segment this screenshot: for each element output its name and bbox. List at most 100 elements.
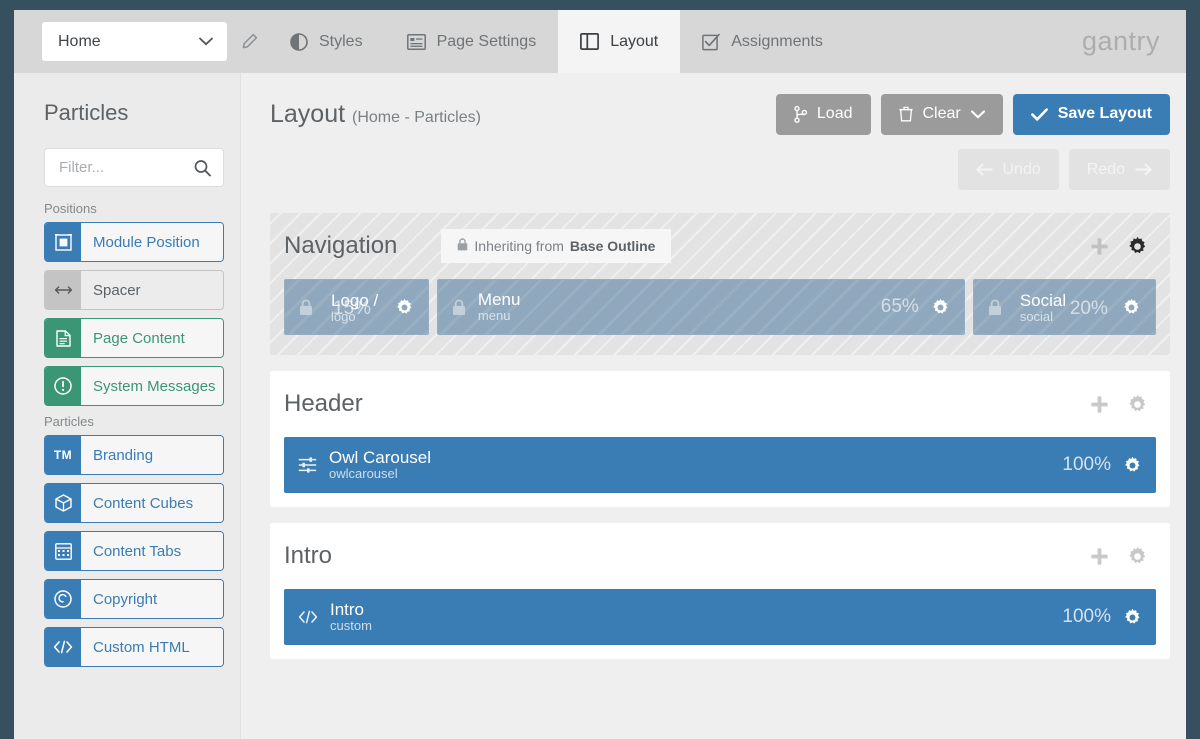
- gantry-logo: gantry: [1082, 10, 1186, 73]
- arrows-horizontal-icon: [45, 271, 81, 309]
- particles-list: TM Branding Content Cubes Content Tabs: [44, 435, 224, 667]
- layout-block-social[interactable]: Social social 20%: [973, 279, 1156, 335]
- sidebar-item-module-position[interactable]: Module Position: [44, 222, 224, 262]
- gear-icon[interactable]: [1123, 608, 1142, 627]
- chevron-down-icon: [971, 110, 985, 119]
- section-intro: Intro: [270, 523, 1170, 659]
- tab-layout-label: Layout: [610, 33, 658, 51]
- sidebar-item-label: Content Cubes: [81, 484, 223, 522]
- sidebar-item-label: System Messages: [81, 367, 223, 405]
- save-layout-button[interactable]: Save Layout: [1013, 94, 1170, 135]
- load-button-label: Load: [817, 105, 853, 123]
- lock-icon: [299, 299, 313, 316]
- sidebar-item-content-cubes[interactable]: Content Cubes: [44, 483, 224, 523]
- sidebar-item-label: Copyright: [81, 580, 223, 618]
- gear-icon[interactable]: [1127, 394, 1148, 415]
- gear-icon[interactable]: [1123, 456, 1142, 475]
- group-label-particles: Particles: [44, 414, 224, 429]
- block-names: Owl Carousel owlcarousel: [329, 448, 431, 482]
- list-icon: [407, 34, 426, 50]
- pencil-icon[interactable]: [227, 33, 268, 50]
- sidebar-title: Particles: [30, 73, 224, 148]
- inherit-source: Base Outline: [570, 238, 656, 254]
- section-name: Header: [284, 390, 363, 418]
- section-header: Header: [270, 371, 1170, 437]
- sidebar-item-label: Module Position: [81, 223, 223, 261]
- search-icon[interactable]: [194, 159, 211, 176]
- tab-page-settings[interactable]: Page Settings: [385, 10, 559, 73]
- page-selector-wrap: Home: [14, 10, 268, 73]
- layout-block-intro[interactable]: Intro custom 100%: [284, 589, 1156, 645]
- history-actions: Undo Redo: [270, 133, 1170, 190]
- exclamation-circle-icon: [45, 367, 81, 405]
- top-bar: Home Styles Page Settings: [14, 10, 1186, 73]
- contrast-icon: [290, 33, 308, 51]
- sidebar-item-label: Custom HTML: [81, 628, 223, 666]
- page-title: Layout (Home - Particles): [270, 100, 481, 129]
- gear-icon[interactable]: [1122, 298, 1141, 317]
- undo-button-label: Undo: [1003, 161, 1041, 179]
- sidebar-item-content-tabs[interactable]: Content Tabs: [44, 531, 224, 571]
- gear-icon[interactable]: [931, 298, 950, 317]
- code-icon: [298, 610, 318, 624]
- block-percent: 15%: [333, 298, 371, 320]
- block-subtitle: menu: [478, 309, 521, 324]
- section-header-area: Header: [270, 371, 1170, 507]
- load-button[interactable]: Load: [776, 94, 871, 135]
- block-title: Owl Carousel: [329, 448, 431, 467]
- sliders-icon: [298, 456, 317, 474]
- section-name: Intro: [284, 542, 332, 570]
- copyright-icon: [45, 580, 81, 618]
- layout-block-logo[interactable]: Logo / logo 15%: [284, 279, 429, 335]
- tab-assignments[interactable]: Assignments: [680, 10, 845, 73]
- tab-page-settings-label: Page Settings: [437, 33, 537, 51]
- gear-icon[interactable]: [1127, 546, 1148, 567]
- tab-styles-label: Styles: [319, 33, 363, 51]
- filter-box: [44, 148, 224, 187]
- code-icon: [45, 628, 81, 666]
- plus-icon[interactable]: [1090, 547, 1109, 566]
- sidebar-item-label: Page Content: [81, 319, 223, 357]
- block-percent: 65%: [881, 296, 931, 318]
- page-selector-value: Home: [58, 33, 101, 51]
- sidebar-item-page-content[interactable]: Page Content: [44, 318, 224, 358]
- undo-button[interactable]: Undo: [958, 149, 1059, 190]
- section-header: Navigation Inheriting from Base Outline: [270, 213, 1170, 279]
- inherit-text: Inheriting from: [474, 238, 563, 254]
- main-body: Particles Positions Module Position: [14, 73, 1186, 739]
- section-name: Navigation: [284, 232, 397, 260]
- redo-button[interactable]: Redo: [1069, 149, 1170, 190]
- positions-list: Module Position Spacer Page Content: [44, 222, 224, 406]
- sidebar-item-custom-html[interactable]: Custom HTML: [44, 627, 224, 667]
- layout-sections: Navigation Inheriting from Base Outline: [270, 190, 1170, 659]
- block-subtitle: owlcarousel: [329, 467, 431, 482]
- arrow-right-icon: [1135, 163, 1152, 176]
- sidebar-item-system-messages[interactable]: System Messages: [44, 366, 224, 406]
- gear-icon[interactable]: [1127, 236, 1148, 257]
- page-selector[interactable]: Home: [42, 22, 227, 61]
- columns-icon: [580, 33, 599, 50]
- main-tabs: Styles Page Settings Layout Assignments: [268, 10, 845, 73]
- chevron-down-icon: [199, 35, 213, 48]
- gear-icon[interactable]: [395, 298, 414, 317]
- trash-icon: [899, 106, 913, 122]
- layout-block-owl-carousel[interactable]: Owl Carousel owlcarousel 100%: [284, 437, 1156, 493]
- sidebar-item-copyright[interactable]: Copyright: [44, 579, 224, 619]
- check-icon: [1031, 108, 1048, 121]
- redo-button-label: Redo: [1087, 161, 1125, 179]
- plus-icon[interactable]: [1090, 237, 1109, 256]
- cube-icon: [45, 484, 81, 522]
- module-position-icon: [45, 223, 81, 261]
- document-icon: [45, 319, 81, 357]
- layout-block-menu[interactable]: Menu menu 65%: [437, 279, 965, 335]
- tab-layout[interactable]: Layout: [558, 10, 680, 73]
- arrow-left-icon: [976, 163, 993, 176]
- tab-assignments-label: Assignments: [731, 33, 823, 51]
- plus-icon[interactable]: [1090, 395, 1109, 414]
- main-content: Layout (Home - Particles) Load Cl: [241, 73, 1186, 739]
- sidebar-item-branding[interactable]: TM Branding: [44, 435, 224, 475]
- sidebar-item-label: Content Tabs: [81, 532, 223, 570]
- tab-styles[interactable]: Styles: [268, 10, 385, 73]
- clear-button[interactable]: Clear: [881, 94, 1003, 135]
- sidebar-item-spacer[interactable]: Spacer: [44, 270, 224, 310]
